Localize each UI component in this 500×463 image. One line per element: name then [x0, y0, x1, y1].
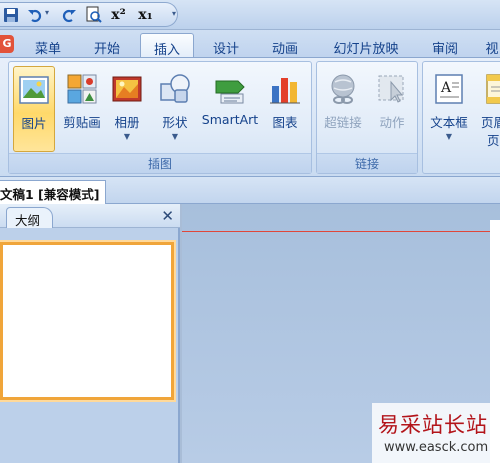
document-tab[interactable]: 文稿1 [兼容模式] [0, 180, 107, 204]
clip-art-label: 剪贴画 [63, 115, 101, 130]
header-footer-icon [486, 74, 500, 104]
photo-album-label: 相册 [114, 115, 140, 130]
save-icon[interactable] [2, 6, 19, 23]
group-links: 超链接 动作 链接 [316, 61, 418, 174]
watermark-url: www.easck.com [384, 440, 489, 455]
text-box-dropdown-icon[interactable]: ▼ [425, 132, 473, 141]
tab-insert[interactable]: 插入 [140, 33, 194, 58]
picture-label: 图片 [21, 116, 47, 131]
pane-header: 大纲 ✕ [0, 204, 180, 228]
chart-label: 图表 [272, 115, 298, 130]
photo-album-icon [112, 76, 142, 102]
photo-album-button[interactable]: 相册 ▼ [107, 66, 147, 152]
watermark: 易采站长站 www.easck.com [372, 403, 500, 463]
svg-text:A: A [440, 80, 452, 96]
undo-icon[interactable] [26, 6, 43, 23]
smartart-label: SmartArt [201, 112, 259, 127]
clip-art-icon [67, 74, 97, 104]
hyperlink-button: 超链接 [319, 66, 367, 152]
group-illustrations: 图片 剪贴画 相册 ▼ 形状 ▼ SmartArt 图表 插图 [8, 61, 312, 174]
tab-outline[interactable]: 大纲 [6, 207, 54, 228]
tab-view[interactable]: 视 [480, 33, 500, 58]
subscript-glyph: x₁ [138, 6, 153, 23]
print-preview-icon[interactable] [85, 6, 102, 23]
undo-dropdown-icon[interactable]: ▾ [45, 8, 49, 17]
group-text: A 文本框 ▼ 页眉 页 [422, 61, 500, 174]
subscript-icon[interactable]: x₁ [137, 6, 154, 23]
clip-art-button[interactable]: 剪贴画 [59, 66, 105, 152]
header-footer-sublabel: 页 [487, 133, 500, 148]
tab-menu[interactable]: 菜单 [22, 33, 74, 58]
action-icon [378, 75, 404, 103]
slide-thumbnail[interactable] [0, 242, 174, 400]
superscript-glyph: x² [111, 6, 126, 23]
hyperlink-label: 超链接 [324, 115, 362, 130]
action-button: 动作 [369, 66, 415, 152]
tab-review[interactable]: 审阅 [418, 33, 472, 58]
shapes-dropdown-icon[interactable]: ▼ [153, 132, 197, 141]
tab-animation[interactable]: 动画 [258, 33, 312, 58]
ribbon-tabs: G 菜单 开始 插入 设计 动画 幻灯片放映 审阅 视 [0, 30, 500, 58]
text-box-button[interactable]: A 文本框 ▼ [425, 66, 473, 152]
smartart-icon [215, 80, 245, 104]
picture-button[interactable]: 图片 [13, 66, 55, 152]
hyperlink-icon [331, 74, 355, 104]
watermark-text: 易采站长站 [378, 413, 488, 437]
chart-icon [270, 78, 300, 104]
photo-album-dropdown-icon[interactable]: ▼ [107, 132, 147, 141]
tab-home[interactable]: 开始 [80, 33, 134, 58]
slides-outline-pane: 大纲 ✕ [0, 204, 180, 463]
customize-icon[interactable]: ▾ [172, 9, 176, 18]
tab-slideshow[interactable]: 幻灯片放映 [320, 33, 412, 58]
shapes-button[interactable]: 形状 ▼ [153, 66, 197, 152]
picture-icon [19, 76, 49, 104]
tab-design[interactable]: 设计 [200, 33, 252, 58]
redo-icon[interactable] [60, 6, 77, 23]
app-menu-icon[interactable]: G [0, 35, 14, 53]
text-box-icon: A [435, 74, 463, 104]
group-links-label: 链接 [317, 153, 417, 173]
smartart-button[interactable]: SmartArt [199, 66, 261, 152]
document-tab-strip: 文稿1 [兼容模式] [0, 177, 500, 204]
superscript-icon[interactable]: x² [110, 6, 127, 23]
close-icon[interactable]: ✕ [161, 207, 174, 225]
shapes-label: 形状 [162, 115, 188, 130]
guide-line [182, 231, 500, 232]
action-label: 动作 [379, 115, 405, 130]
quick-access-toolbar: ▾ x² x₁ ▾ [0, 0, 500, 30]
group-illustrations-label: 插图 [9, 153, 311, 173]
ribbon: 图片 剪贴画 相册 ▼ 形状 ▼ SmartArt 图表 插图 超链接 动作 链… [0, 57, 500, 177]
text-box-label: 文本框 [430, 115, 468, 130]
header-footer-button[interactable]: 页眉 页 [477, 66, 500, 152]
shapes-icon [160, 74, 190, 103]
header-footer-label: 页眉 [481, 115, 500, 130]
chart-button[interactable]: 图表 [265, 66, 305, 152]
